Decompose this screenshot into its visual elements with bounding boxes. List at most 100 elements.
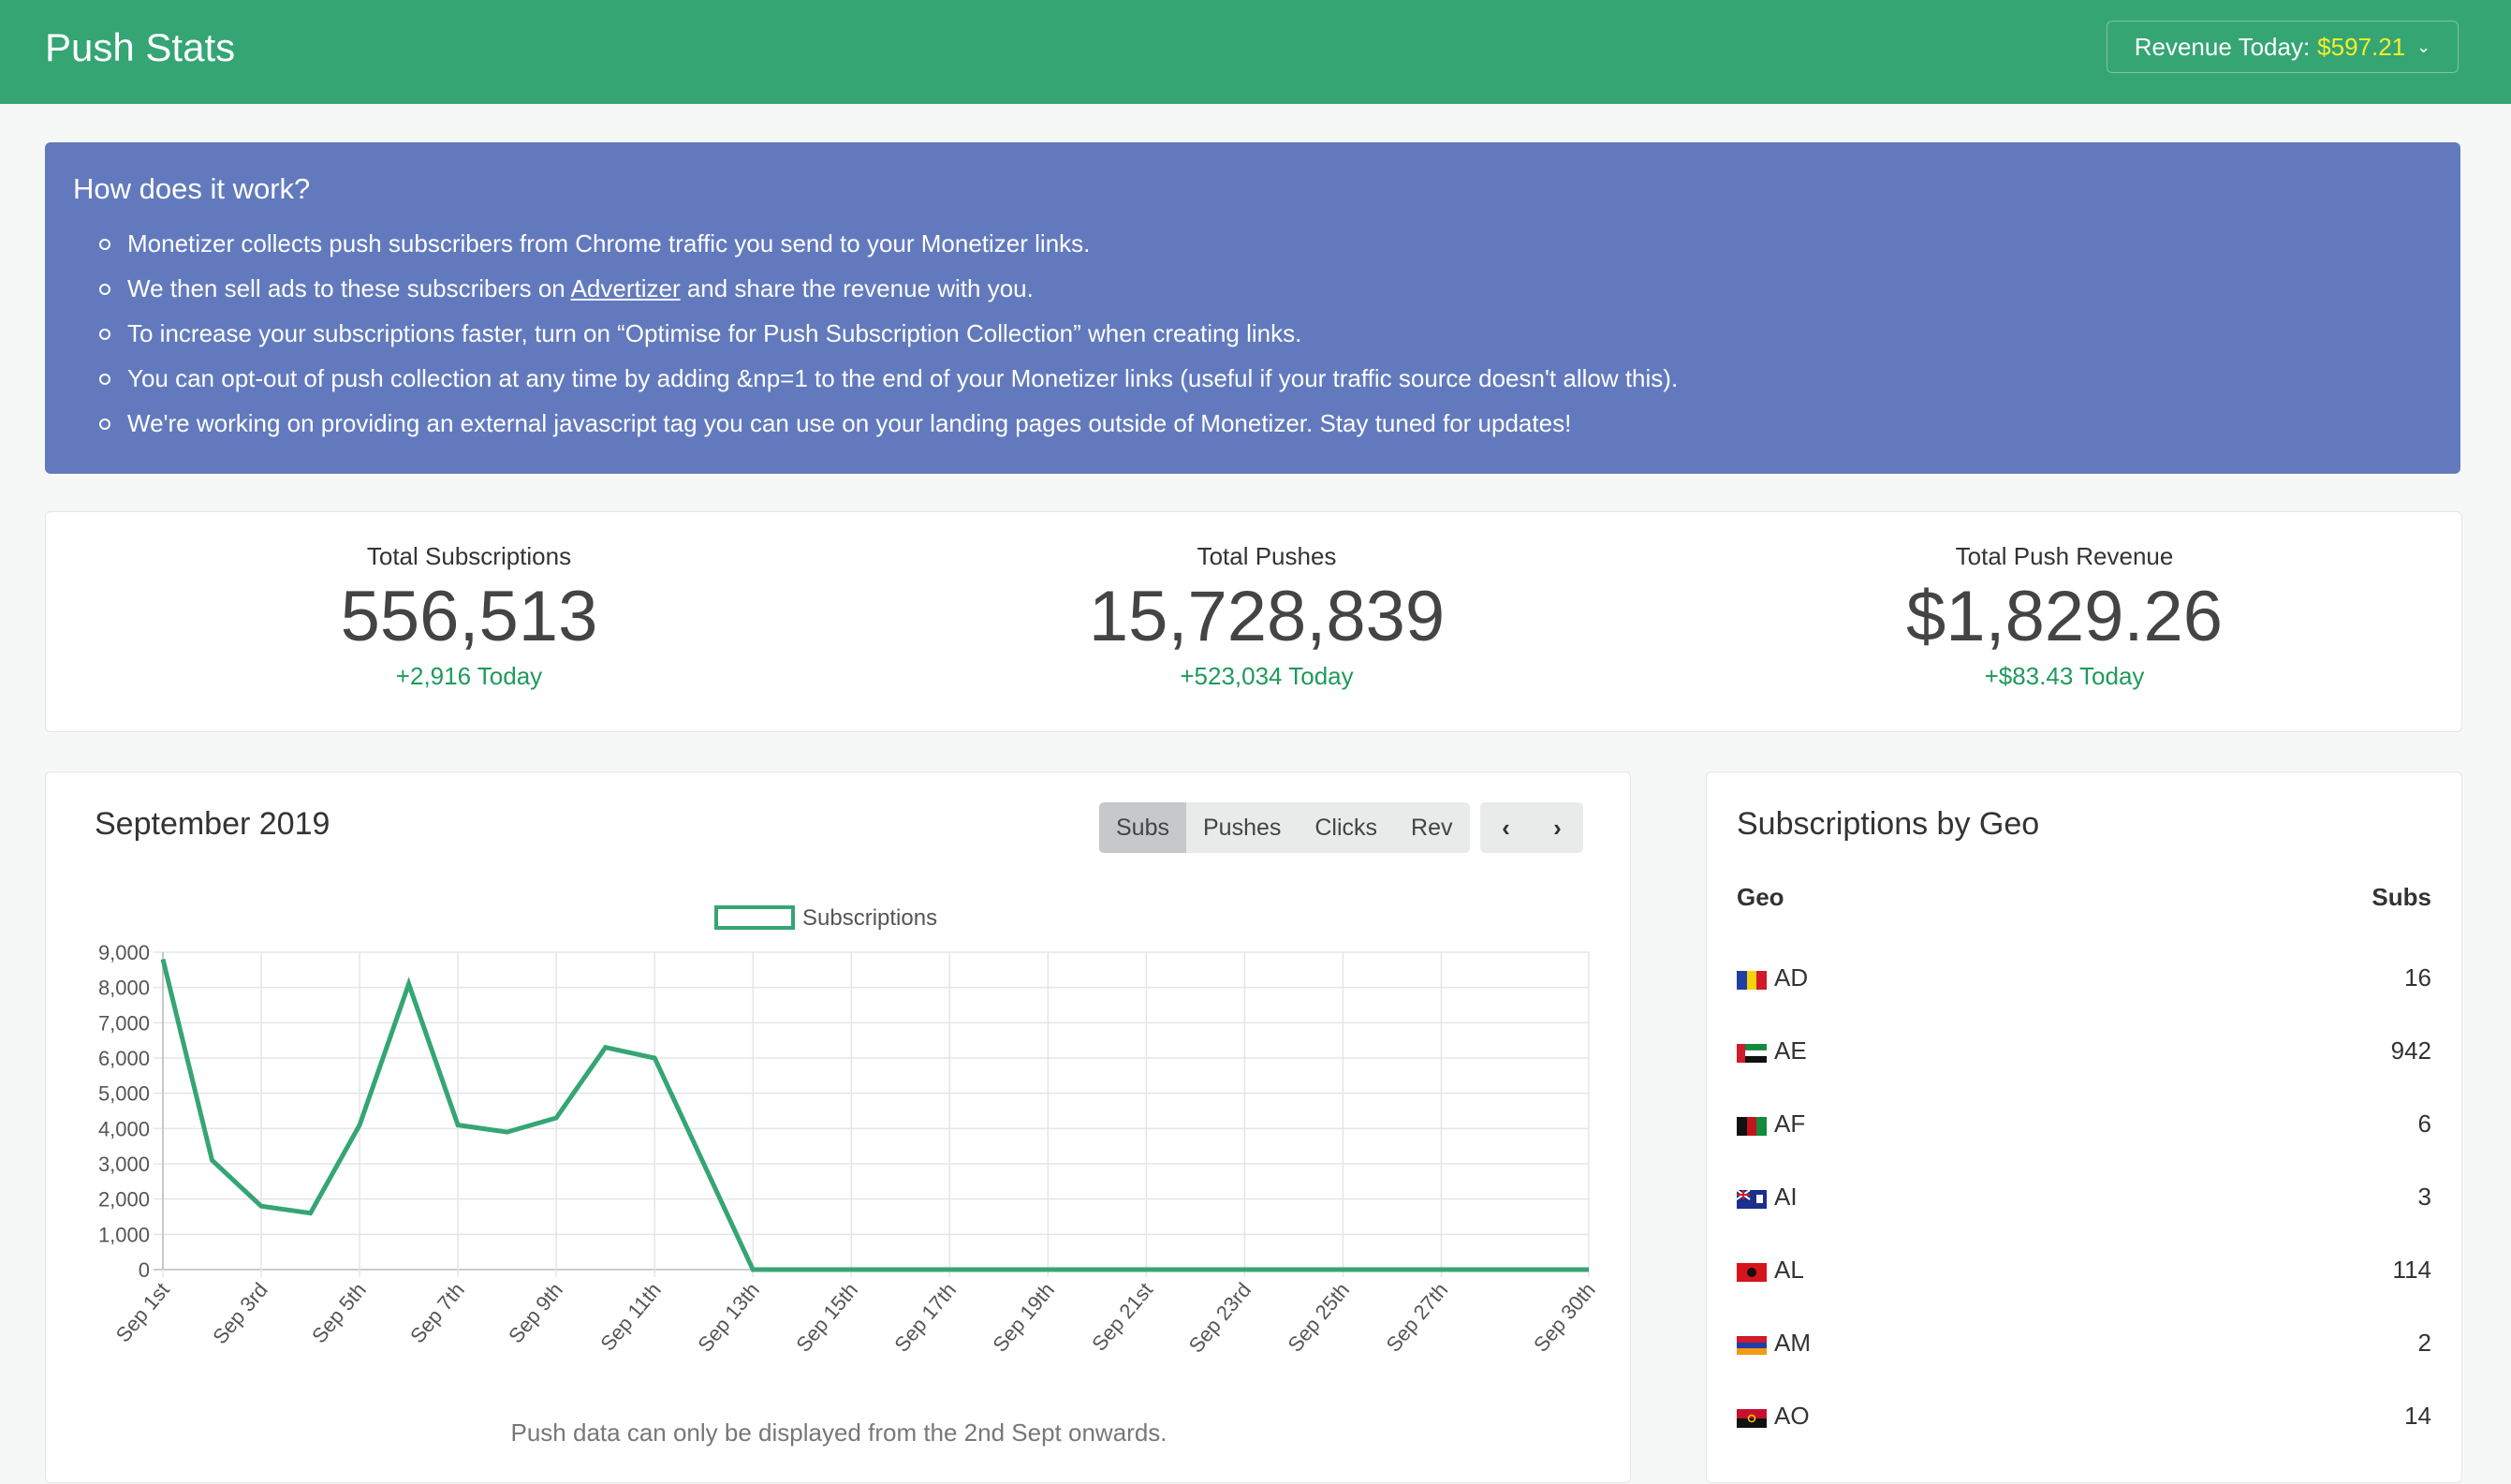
stat-delta: +523,034 Today xyxy=(1180,662,1354,690)
how-it-works-panel: How does it work? Monetizer collects pus… xyxy=(45,142,2460,474)
revenue-today-dropdown[interactable]: Revenue Today: $597.21 ⌄ xyxy=(2107,21,2459,73)
tab-clicks[interactable]: Clicks xyxy=(1298,802,1394,853)
afghanistan-flag-icon xyxy=(1737,1117,1767,1136)
geo-row: AL 114 xyxy=(1737,1252,2431,1289)
y-tick-label: 7,000 xyxy=(98,1011,150,1035)
revenue-value: $597.21 xyxy=(2317,32,2406,61)
armenia-flag-icon xyxy=(1737,1336,1767,1355)
geo-card: Subscriptions by Geo Geo Subs AD 16 AE 942 A… xyxy=(1706,771,2462,1483)
y-tick-label: 6,000 xyxy=(98,1047,150,1070)
y-tick-label: 9,000 xyxy=(98,941,150,964)
x-tick-label: Sep 13th xyxy=(693,1278,764,1357)
tab-rev[interactable]: Rev xyxy=(1394,802,1469,853)
x-tick-label: Sep 15th xyxy=(791,1278,862,1357)
geo-row: AO 14 xyxy=(1737,1398,2431,1435)
stats-card: Total Subscriptions 556,513 +2,916 Today… xyxy=(45,511,2462,732)
list-item: To increase your subscriptions faster, t… xyxy=(99,311,2460,356)
geo-subs-count: 114 xyxy=(2392,1256,2431,1284)
metric-tabs: Subs Pushes Clicks Rev xyxy=(1099,802,1470,853)
x-tick-label: Sep 23rd xyxy=(1184,1278,1256,1357)
geo-subs-count: 14 xyxy=(2404,1402,2431,1430)
how-it-works-list: Monetizer collects push subscribers from… xyxy=(73,221,2460,446)
y-tick-label: 4,000 xyxy=(98,1117,150,1140)
stat-label: Total Subscriptions xyxy=(366,542,572,570)
geo-code: AD xyxy=(1774,963,1809,992)
subscriptions-chart: 0 1,000 2,000 3,000 4,000 5,000 6,000 7,000 8,00… xyxy=(98,905,1600,1358)
stat-total-push-revenue: Total Push Revenue $1,829.26 +$83.43 Tod… xyxy=(1784,540,2345,692)
geo-subs-count: 3 xyxy=(2417,1183,2431,1211)
chart-title: September 2019 xyxy=(95,806,330,842)
x-tick-label: Sep 5th xyxy=(307,1278,371,1347)
tab-subs[interactable]: Subs xyxy=(1099,802,1186,853)
geo-code: AO xyxy=(1774,1402,1810,1430)
chevron-left-icon[interactable]: ‹ xyxy=(1480,802,1532,853)
month-nav: ‹ › xyxy=(1480,802,1583,853)
angola-flag-icon xyxy=(1737,1409,1767,1428)
geo-row: AM 2 xyxy=(1737,1325,2431,1362)
y-tick-label: 8,000 xyxy=(98,977,150,1000)
stat-delta: +2,916 Today xyxy=(395,662,543,690)
chart-note: Push data can only be displayed from the… xyxy=(510,1418,1167,1447)
how-it-works-heading: How does it work? xyxy=(73,172,311,205)
geo-subs-count: 2 xyxy=(2417,1329,2431,1357)
item-text: and share the revenue with you. xyxy=(680,274,1034,302)
geo-row: AD 16 xyxy=(1737,960,2431,997)
stat-label: Total Push Revenue xyxy=(1955,542,2174,570)
albania-flag-icon xyxy=(1737,1263,1767,1282)
revenue-label: Revenue Today: xyxy=(2134,32,2311,61)
y-tick-label: 0 xyxy=(139,1258,150,1282)
list-item: You can opt-out of push collection at an… xyxy=(99,356,2460,401)
chevron-down-icon: ⌄ xyxy=(2416,37,2431,56)
geo-code: AI xyxy=(1774,1183,1798,1211)
app-title: Push Stats xyxy=(45,25,236,69)
x-tick-label: Sep 21st xyxy=(1087,1278,1157,1356)
item-text: We then sell ads to these subscribers on xyxy=(127,274,571,302)
stat-delta: +$83.43 Today xyxy=(1984,662,2145,690)
geo-subs-count: 16 xyxy=(2404,963,2431,992)
stat-total-subscriptions: Total Subscriptions 556,513 +2,916 Today xyxy=(188,540,750,692)
chart-card: 0 1,000 2,000 3,000 4,000 5,000 6,000 7,000 8,00… xyxy=(45,771,1631,1483)
x-tick-label: Sep 3rd xyxy=(208,1278,272,1348)
list-item: We then sell ads to these subscribers on… xyxy=(99,266,2460,311)
subs-column-header: Subs xyxy=(2372,883,2431,911)
tab-pushes[interactable]: Pushes xyxy=(1186,802,1298,853)
geo-subs-count: 942 xyxy=(2390,1036,2431,1065)
y-tick-label: 3,000 xyxy=(98,1153,150,1176)
top-bar: Push Stats Revenue Today: $597.21 ⌄ xyxy=(0,0,2511,104)
x-tick-label: Sep 1st xyxy=(111,1278,174,1346)
geo-column-header: Geo xyxy=(1737,883,1784,911)
stat-value: 556,513 xyxy=(340,577,598,656)
list-item: Monetizer collects push subscribers from… xyxy=(99,221,2460,266)
anguilla-flag-icon xyxy=(1737,1190,1767,1209)
geo-subs-count: 6 xyxy=(2417,1109,2431,1138)
geo-code: AE xyxy=(1774,1036,1807,1065)
geo-table-header: Geo Subs xyxy=(1737,883,2431,912)
geo-code: AM xyxy=(1774,1329,1811,1357)
chevron-right-icon[interactable]: › xyxy=(1532,802,1583,853)
geo-row: AE 942 xyxy=(1737,1033,2431,1070)
y-tick-label: 2,000 xyxy=(98,1188,150,1212)
x-tick-label: Sep 17th xyxy=(889,1278,961,1357)
y-tick-label: 5,000 xyxy=(98,1082,150,1106)
advertizer-link[interactable]: Advertizer xyxy=(571,274,681,302)
geo-row: AI 3 xyxy=(1737,1179,2431,1216)
x-tick-label: Sep 25th xyxy=(1283,1278,1354,1357)
x-tick-label: Sep 9th xyxy=(504,1278,567,1347)
stat-total-pushes: Total Pushes 15,728,839 +523,034 Today xyxy=(986,540,1548,692)
stat-value: 15,728,839 xyxy=(1088,577,1446,656)
geo-code: AL xyxy=(1774,1256,1804,1284)
series-line-subscriptions xyxy=(160,958,1589,1272)
legend-swatch xyxy=(714,905,795,930)
x-tick-label: Sep 27th xyxy=(1382,1278,1453,1357)
x-tick-label: Sep 30th xyxy=(1529,1278,1600,1357)
x-tick-label: Sep 7th xyxy=(405,1278,469,1347)
list-item: We're working on providing an external j… xyxy=(99,401,2460,446)
stat-label: Total Pushes xyxy=(1197,542,1337,570)
geo-title: Subscriptions by Geo xyxy=(1737,806,2040,842)
geo-row: AF 6 xyxy=(1737,1106,2431,1143)
stat-value: $1,829.26 xyxy=(1905,577,2224,656)
x-tick-label: Sep 11th xyxy=(595,1278,666,1355)
y-tick-label: 1,000 xyxy=(98,1223,150,1246)
legend-label: Subscriptions xyxy=(802,905,937,931)
x-tick-label: Sep 19th xyxy=(988,1278,1059,1357)
